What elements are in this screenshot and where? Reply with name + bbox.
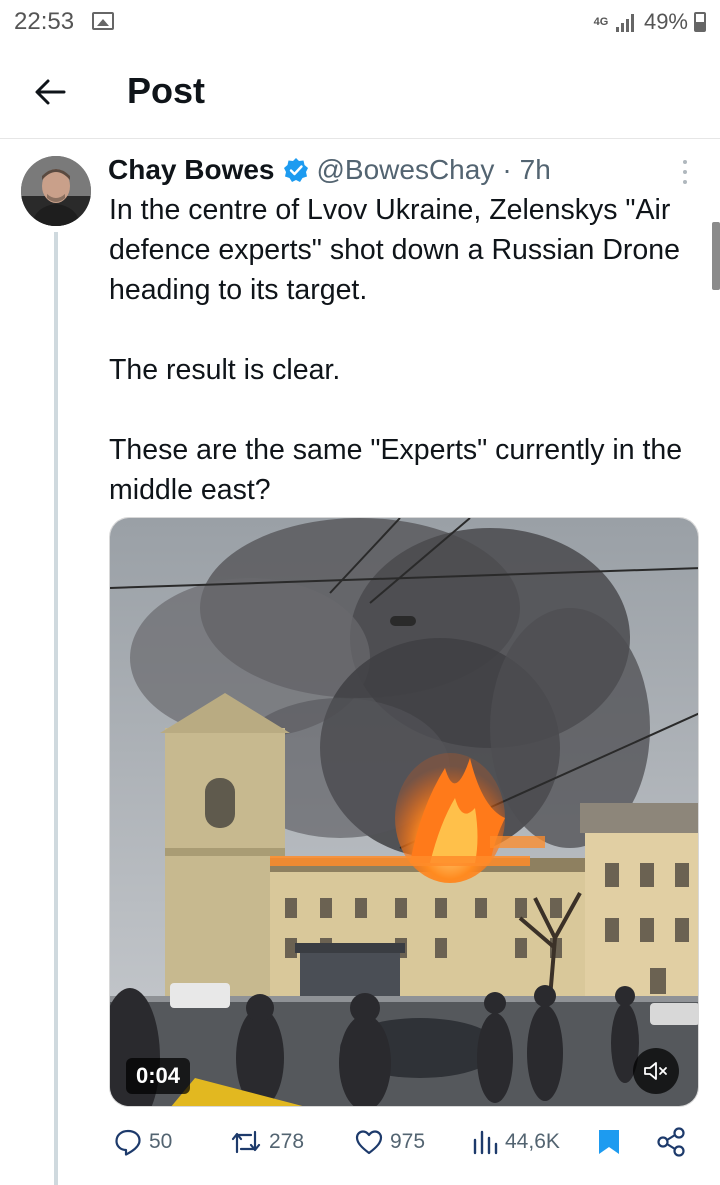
author-handle[interactable]: @BowesChay [317,154,495,186]
share-button[interactable] [655,1123,687,1161]
post-text: In the centre of Lvov Ukraine, Zelenskys… [109,190,709,510]
repost-count: 278 [269,1130,305,1153]
share-icon [657,1127,685,1157]
image-notification-icon [92,12,114,30]
network-type: 4G [593,16,609,28]
scrollbar-thumb[interactable] [712,222,720,290]
post-header: Chay Bowes @BowesChay · 7h [108,150,551,190]
verified-badge-icon [283,158,308,182]
views-chart-icon [473,1130,498,1155]
status-right: 4G 49% [592,8,706,36]
views-count: 44,6K [505,1130,560,1153]
video-frame [110,518,698,1106]
heart-icon [355,1130,383,1155]
views-button[interactable]: 44,6K [471,1123,560,1161]
app-header: Post [0,44,720,139]
status-time: 22:53 [14,8,75,35]
bookmark-button[interactable] [596,1123,622,1161]
like-button[interactable]: 975 [354,1123,425,1161]
arrow-left-icon[interactable] [30,72,70,112]
battery-percent: 49% [643,9,688,34]
thread-line [54,232,58,1185]
mute-toggle-button[interactable] [633,1048,679,1094]
bookmark-icon [599,1130,619,1154]
post-video[interactable]: 0:04 [109,517,699,1107]
meta-separator: · [502,154,512,185]
post-paragraph: In the centre of Lvov Ukraine, Zelenskys… [109,194,680,306]
post-paragraph: The result is clear. [109,354,341,386]
reply-count: 50 [149,1130,173,1153]
video-duration: 0:04 [126,1058,191,1094]
speaker-muted-icon [644,1062,667,1080]
post-paragraph: These are the same "Experts" currently i… [109,434,683,506]
avatar-image [21,156,91,226]
repost-icon [231,1130,261,1154]
post-time: 7h [519,154,551,185]
status-bar: 22:53 4G 49% [0,0,720,44]
author-name[interactable]: Chay Bowes [108,154,275,186]
page-title: Post [127,70,206,111]
signal-icon [615,12,638,32]
avatar[interactable] [21,156,91,226]
reply-icon [115,1129,141,1156]
battery-icon [694,12,706,32]
more-options-icon[interactable] [676,158,694,186]
reply-button[interactable]: 50 [113,1123,172,1161]
post-actions: 50 278 975 44,6K [109,1123,699,1161]
like-count: 975 [390,1130,426,1153]
repost-button[interactable]: 278 [229,1123,304,1161]
